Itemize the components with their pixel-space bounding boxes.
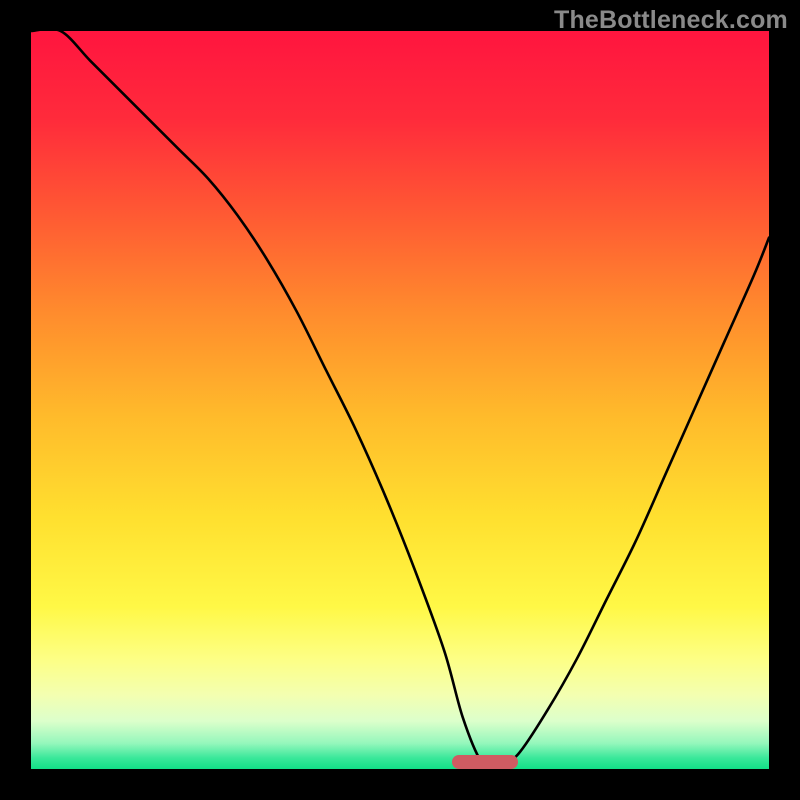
chart-frame: TheBottleneck.com <box>0 0 800 800</box>
bottleneck-curve <box>31 31 769 769</box>
watermark-text: TheBottleneck.com <box>554 6 788 35</box>
plot-area <box>31 31 769 769</box>
optimal-marker <box>452 755 518 769</box>
